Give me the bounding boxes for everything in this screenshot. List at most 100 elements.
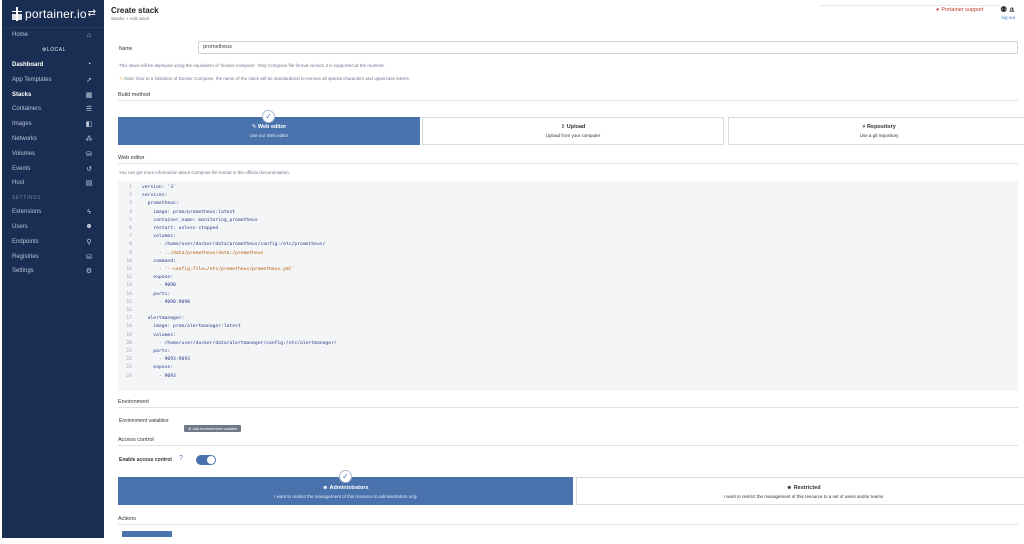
code-text: restart: unless-stopped (142, 226, 219, 231)
note-text-label: Note: Due to a limitation of Docker Comp… (124, 76, 410, 81)
sidebar-item-label: Host (12, 180, 25, 187)
access-control-toggle[interactable] (196, 455, 216, 465)
code-line: 18 image: prom/alertmanager:latest (118, 323, 1018, 331)
sidebar-item-dashboard[interactable]: Dashboard ◔ (2, 58, 104, 73)
sidebar-item-label: Extensions (12, 209, 42, 216)
volumes-icon: ⛁ (86, 150, 92, 158)
code-line: 11 - '--config.file=/etc/prometheus/prom… (118, 266, 1018, 274)
sidebar-item-endpoints[interactable]: Endpoints ⚲ (2, 234, 104, 249)
name-label: Name (119, 46, 133, 52)
code-line: 3 prometheus: (118, 200, 1018, 208)
sidebar-item-extensions[interactable]: Extensions ϟ (2, 205, 104, 220)
sidebar-item-host[interactable]: Host ▤ (2, 176, 104, 191)
sidebar-item-images[interactable]: Images ◧ (2, 117, 104, 132)
swap-icon[interactable]: ⇄ (88, 8, 96, 19)
code-line: 16 (118, 307, 1018, 315)
sidebar-item-volumes[interactable]: Volumes ⛁ (2, 146, 104, 161)
code-line: 1 version: '3' (118, 184, 1018, 192)
code-editor[interactable]: 1 version: '3' 2 services: 3 prometheus: 4 im… (118, 181, 1018, 391)
app-window: portainer.io ⇄ Home ⌂ ⚙ LOCAL Dashboard ◔ App… (0, 0, 1024, 544)
line-number: 16 (126, 308, 132, 313)
sidebar-item-home[interactable]: Home ⌂ (2, 28, 104, 43)
line-number: 17 (126, 316, 132, 322)
sidebar-item-registries[interactable]: Registries ⛁ (2, 249, 104, 264)
brand[interactable]: portainer.io ⇄ (2, 0, 104, 28)
database-icon: ⛁ (86, 253, 92, 261)
build-method-repository[interactable]: ⑂ Repository Use a git repository (728, 117, 1024, 145)
line-number: 23 (126, 365, 132, 371)
sidebar-item-events[interactable]: Events ↺ (2, 161, 104, 176)
sidebar-item-label: Endpoints (12, 238, 39, 245)
code-text: - 9093 (142, 373, 176, 379)
plug-icon: ⚲ (86, 238, 92, 246)
code-text: container_name: monitoring_prometheus (142, 217, 258, 223)
sidebar-item-containers[interactable]: Containers ☰ (2, 102, 104, 117)
code-text: ports: (142, 349, 171, 354)
sidebar-item-label: Home (12, 32, 29, 39)
build-method-desc: Use a git repository (859, 133, 899, 138)
access-option-restricted[interactable]: ☻ Restricted I want to restrict the manag… (576, 477, 1024, 505)
info-text: This stack will be deployed using the eq… (119, 63, 385, 68)
sidebar-item-app-templates[interactable]: App Templates ➚ (2, 72, 104, 87)
sidebar-item-users[interactable]: Users ☻ (2, 220, 104, 235)
sidebar-item-label: App Templates (12, 76, 52, 83)
build-method-title-label: ⇪ Upload (423, 124, 723, 130)
line-number: 21 (126, 349, 132, 354)
code-line: 24 - 9093 (118, 373, 1018, 381)
sidebar-item-stacks[interactable]: Stacks ▦ (2, 87, 104, 102)
breadcrumb[interactable]: Stacks > Add stack (111, 16, 149, 21)
sidebar-item-settings[interactable]: Settings ⚙ (2, 264, 104, 279)
sidebar-item-label: Dashboard (12, 61, 44, 68)
code-text: - ../data/prometheus/data:/prometheus (142, 250, 264, 256)
add-env-variable-button[interactable]: ⊕ add environment variable (184, 417, 242, 435)
home-icon: ⌂ (86, 31, 92, 39)
line-number: 1 (129, 185, 132, 190)
git-icon: ⑂ (862, 124, 866, 130)
line-number: 7 (129, 234, 132, 240)
code-text: - '--config.file=/etc/prometheus/prometh… (142, 267, 295, 272)
line-number: 2 (129, 193, 132, 199)
page-header: Create stack Stacks > Add stack ● Portai… (104, 0, 1024, 28)
code-text: services: (142, 193, 168, 199)
code-text: command: (142, 258, 176, 264)
user-icon: ⚉ (1000, 5, 1008, 14)
history-icon: ↺ (86, 165, 92, 173)
user-menu[interactable]: ⚉ a (1000, 5, 1014, 14)
access-option-name: Restricted (793, 485, 821, 491)
code-text: version: '3' (142, 185, 176, 190)
code-line: 17 alertmanager: (118, 315, 1018, 323)
build-method-title-label: ⑂ Repository (729, 124, 1024, 130)
sidebar-item-label: Users (12, 223, 28, 230)
brand-name: portainer.io (25, 6, 87, 21)
logout-link[interactable]: log out (1001, 15, 1015, 20)
support-link[interactable]: ● Portainer support (936, 7, 984, 13)
code-line: 5 container_name: monitoring_prometheus (118, 217, 1018, 225)
sidebar-item-label: Settings (12, 268, 34, 275)
name-input[interactable]: prometheus (198, 41, 1018, 54)
edit-icon: ✎ (251, 124, 257, 130)
code-text: - /home/user/docker/data/prometheus/conf… (142, 242, 326, 248)
help-icon: ? (179, 455, 183, 462)
code-line: 21 ports: (118, 348, 1018, 356)
code-text: alertmanager: (142, 316, 185, 322)
build-method-upload[interactable]: ⇪ Upload Upload from your computer (422, 117, 724, 145)
code-text: - 9093:9093 (142, 357, 190, 363)
line-number: 10 (126, 258, 132, 264)
page-title: Create stack (111, 6, 159, 15)
line-number: 14 (126, 291, 132, 297)
line-number: 24 (126, 373, 132, 379)
code-text: - /home/user/docker/data/alertmanager/co… (142, 340, 337, 346)
build-method-title: Build method (118, 92, 1018, 101)
sidebar-item-networks[interactable]: Networks ⁂ (2, 132, 104, 147)
line-number: 12 (126, 275, 132, 281)
deploy-button[interactable] (122, 531, 172, 537)
line-number: 3 (129, 201, 132, 207)
access-option-desc: I want to restrict the management of thi… (274, 494, 417, 499)
code-text: prometheus: (142, 201, 179, 207)
selected-check-icon: ✓ (262, 110, 275, 123)
sidebar-item-label: Volumes (12, 150, 36, 157)
note-text: ⚠ Note: Due to a limitation of Docker Co… (119, 76, 410, 82)
access-option-title-label: ☻ Administrators (119, 485, 572, 491)
add-env-variable-label: add environment variable (192, 426, 238, 431)
line-number: 22 (126, 357, 132, 363)
